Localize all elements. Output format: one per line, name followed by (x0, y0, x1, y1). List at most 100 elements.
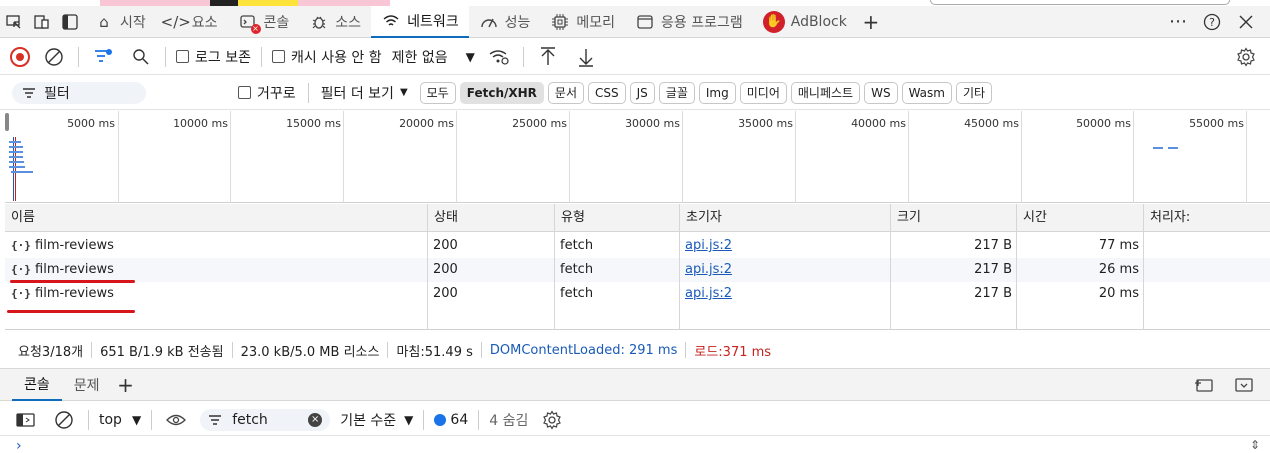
filter-chip-css[interactable]: CSS (588, 81, 626, 104)
tab-adblock[interactable]: ✋ AdBlock (753, 6, 857, 38)
tab-console[interactable]: × 콘솔 (228, 6, 300, 38)
filter-chip-other[interactable]: 기타 (955, 81, 993, 104)
filter-chip-manifest[interactable]: 매니페스트 (790, 81, 861, 104)
window-icon (635, 12, 655, 32)
tab-memory[interactable]: 메모리 (540, 6, 625, 38)
checkbox-icon[interactable] (271, 50, 285, 63)
clear-icon[interactable] (40, 43, 68, 71)
tab-label: 시작 (120, 14, 146, 31)
more-filters-dropdown[interactable]: 필터 더 보기 ▼ (321, 83, 408, 103)
tab-label: 요소 (191, 14, 218, 31)
inspect-element-icon[interactable] (0, 8, 28, 36)
tab-welcome[interactable]: ⌂ 시작 (84, 6, 156, 38)
tab-sources[interactable]: 소스 (299, 6, 371, 38)
network-settings-icon[interactable] (1232, 43, 1260, 71)
timeline-tick-label: 35000 ms (738, 117, 793, 130)
device-emulation-icon[interactable] (28, 8, 56, 36)
console-settings-icon[interactable] (538, 406, 566, 434)
overview-request-bar (9, 146, 23, 148)
overview-selection-handle[interactable] (5, 113, 9, 131)
show-console-sidebar-icon[interactable] (12, 406, 40, 434)
column-header-time[interactable]: 시간 (1016, 204, 1143, 232)
clear-filter-icon[interactable]: × (308, 412, 323, 427)
dock-to-main-icon[interactable] (1190, 371, 1218, 399)
disable-cache-checkbox[interactable]: 캐시 사용 안 함 (271, 47, 382, 67)
tab-performance[interactable]: 성능 (469, 6, 541, 38)
filter-chip-ws[interactable]: WS (864, 81, 898, 104)
filter-chip-media[interactable]: 미디어 (739, 81, 787, 104)
filter-toggle-icon[interactable] (89, 43, 117, 71)
name-cell[interactable]: {·} film-reviews (11, 258, 114, 282)
toggle-sidebar-icon[interactable] (56, 8, 84, 36)
message-count[interactable]: 64 (434, 412, 468, 428)
initiator-link[interactable]: api.js:2 (685, 258, 732, 282)
tab-label: 콘솔 (263, 14, 290, 31)
live-expression-eye-icon[interactable] (162, 406, 190, 434)
record-icon[interactable] (10, 46, 30, 67)
message-count-value: 64 (450, 411, 469, 428)
add-drawer-tab-icon[interactable]: + (112, 371, 140, 399)
context-select[interactable]: top ▼ (99, 412, 141, 428)
table-row[interactable]: {·} film-reviews 200 fetch api.js:2 217 … (5, 282, 1270, 306)
throttle-select[interactable]: 제한 없음 ▼ (392, 47, 475, 67)
status-cell: 200 (433, 238, 458, 253)
tab-application[interactable]: 응용 프로그램 (625, 6, 753, 38)
import-har-icon[interactable] (534, 43, 562, 71)
preserve-log-checkbox[interactable]: 로그 보존 (176, 47, 251, 67)
drawer-tab-bar: 콘솔 문제 + (0, 368, 1270, 401)
filter-chip-fetch-xhr[interactable]: Fetch/XHR (459, 81, 544, 104)
invert-label: 거꾸로 (257, 85, 296, 102)
name-cell[interactable]: {·} film-reviews (11, 234, 114, 258)
invert-checkbox[interactable]: 거꾸로 (238, 83, 296, 103)
checkbox-icon[interactable] (176, 50, 189, 63)
type-cell: fetch (560, 262, 594, 277)
column-header-type[interactable]: 유형 (554, 204, 679, 232)
scroll-handle-icon[interactable]: ⇕ (1250, 438, 1260, 452)
more-options-icon[interactable]: ⋯ (1164, 8, 1192, 36)
filter-chip-js[interactable]: JS (629, 81, 655, 104)
initiator-link[interactable]: api.js:2 (685, 282, 732, 306)
name-cell[interactable]: {·} film-reviews (11, 282, 114, 306)
column-header-name[interactable]: 이름 (5, 204, 427, 232)
drawer-tab-issues[interactable]: 문제 (62, 368, 112, 401)
code-icon: </> (160, 12, 191, 31)
help-icon[interactable]: ? (1198, 8, 1226, 36)
chip-icon (550, 12, 570, 32)
log-level-select[interactable]: 기본 수준 ▼ (340, 410, 413, 430)
tab-label: AdBlock (790, 13, 847, 30)
network-conditions-icon[interactable] (485, 43, 513, 71)
column-header-status[interactable]: 상태 (427, 204, 554, 232)
table-row[interactable]: {·} film-reviews 200 fetch api.js:2 217 … (5, 258, 1270, 282)
column-header-size[interactable]: 크기 (890, 204, 1016, 232)
filter-chip-font[interactable]: 글꼴 (658, 81, 695, 104)
add-tab-icon[interactable]: + (857, 8, 885, 36)
drawer-tab-console[interactable]: 콘솔 (12, 368, 62, 401)
tab-network[interactable]: 네트워크 (371, 5, 469, 38)
initiator-link[interactable]: api.js:2 (685, 234, 732, 258)
column-header-initiator[interactable]: 초기자 (679, 204, 890, 232)
column-header-fulfilled-by[interactable]: 처리자: (1143, 204, 1270, 232)
network-overview-timeline[interactable]: 5000 ms 10000 ms 15000 ms 20000 ms 25000… (5, 111, 1270, 203)
filter-chip-all[interactable]: 모두 (419, 81, 456, 104)
table-row[interactable]: {·} film-reviews 200 fetch api.js:2 217 … (5, 234, 1270, 258)
size-cell: 217 B (974, 286, 1012, 301)
more-filters-label: 필터 더 보기 (320, 85, 394, 102)
checkbox-icon[interactable] (238, 86, 251, 99)
filter-chip-doc[interactable]: 문서 (547, 81, 585, 104)
console-prompt-chevron-icon[interactable]: › (16, 438, 22, 453)
time-cell: 26 ms (1098, 262, 1139, 277)
console-filter-input[interactable]: fetch × (200, 408, 331, 431)
filter-input[interactable]: 필터 (12, 81, 146, 104)
tab-label: 소스 (335, 14, 362, 31)
close-drawer-icon[interactable] (1230, 371, 1258, 399)
search-icon[interactable] (127, 43, 155, 71)
filter-chip-img[interactable]: Img (698, 81, 736, 104)
close-devtools-icon[interactable] (1232, 8, 1260, 36)
export-har-icon[interactable] (572, 43, 600, 71)
finish-time: 마침:51.49 s (396, 344, 473, 360)
timeline-tick-label: 40000 ms (851, 117, 906, 130)
tab-label: 응용 프로그램 (661, 14, 743, 31)
tab-elements[interactable]: </> 요소 (156, 6, 228, 38)
clear-console-icon[interactable] (50, 406, 78, 434)
filter-chip-wasm[interactable]: Wasm (901, 81, 952, 104)
